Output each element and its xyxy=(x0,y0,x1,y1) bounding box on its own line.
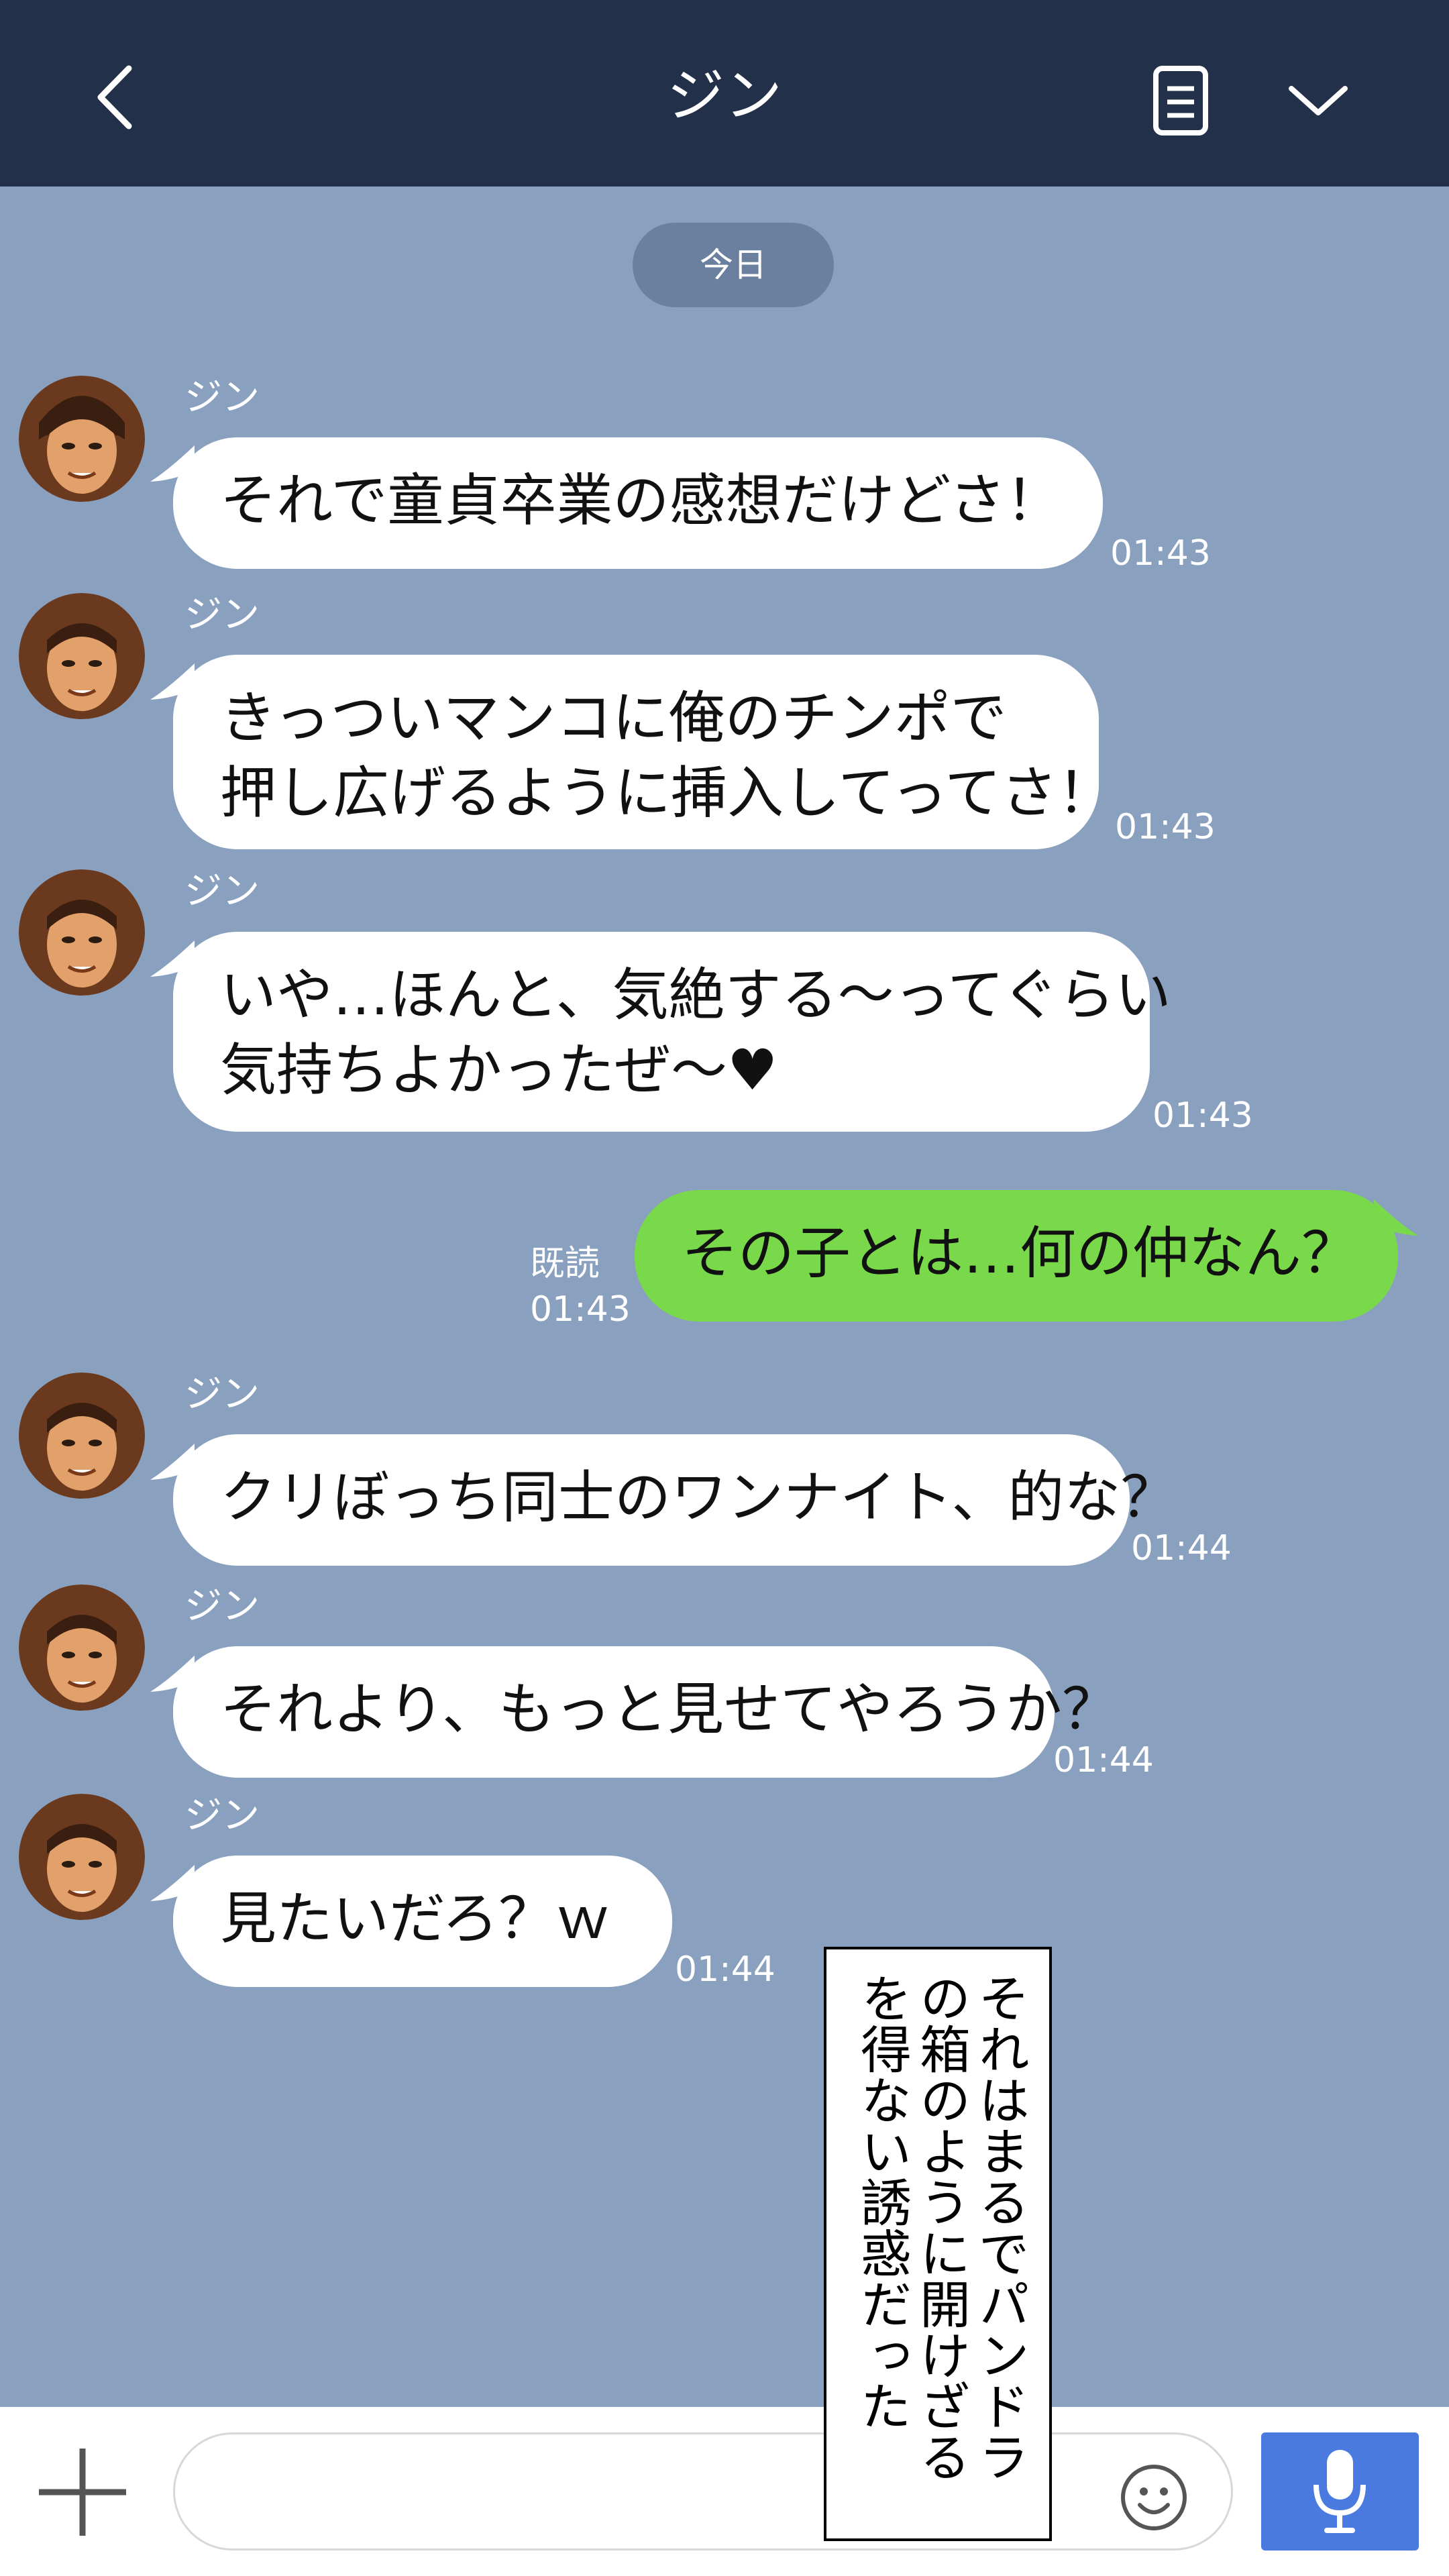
sender-name: ジン xyxy=(184,1585,260,1628)
narration-caption: それはまるでパンドラの箱のように開けざるを得ない誘惑だった xyxy=(824,1947,1052,2541)
input-bar xyxy=(0,2407,1449,2576)
message-time: 01:44 xyxy=(1053,1740,1154,1780)
avatar[interactable] xyxy=(19,593,145,719)
sender-name: ジン xyxy=(184,1373,260,1416)
sender-name: ジン xyxy=(184,376,260,419)
avatar-face-icon xyxy=(19,376,145,502)
plus-icon xyxy=(39,2449,126,2536)
message-time: 01:43 xyxy=(1152,1095,1253,1136)
note-icon xyxy=(1153,66,1208,136)
emoji-button[interactable] xyxy=(1117,2461,1191,2534)
chat-title: ジン xyxy=(667,62,782,129)
message-bubble[interactable]: それで童貞卒業の感想だけどさ！ xyxy=(173,437,1103,569)
message-bubble[interactable]: いや…ほんと、気絶する〜ってぐらい 気持ちよかったぜ〜♥ xyxy=(173,932,1171,1132)
avatar[interactable] xyxy=(19,1585,145,1711)
avatar-face-icon xyxy=(19,1373,145,1499)
avatar-face-icon xyxy=(19,869,145,996)
avatar[interactable] xyxy=(19,1794,145,1920)
avatar[interactable] xyxy=(19,869,145,996)
message-time: 01:44 xyxy=(1131,1528,1232,1568)
message-input[interactable] xyxy=(173,2432,1233,2551)
avatar[interactable] xyxy=(19,1373,145,1499)
message-bubble[interactable]: それより、もっと見せてやろうか？ xyxy=(173,1646,1118,1778)
avatar-face-icon xyxy=(19,1794,145,1920)
my-message-bubble[interactable]: その子とは…何の仲なん？ xyxy=(635,1190,1398,1322)
sender-name: ジン xyxy=(184,869,260,913)
avatar[interactable] xyxy=(19,376,145,502)
message-bubble[interactable]: クリぼっち同士のワンナイト、的な？ xyxy=(173,1434,1177,1566)
microphone-icon xyxy=(1313,2450,1366,2533)
bubble-tail xyxy=(1374,1199,1418,1236)
date-separator: 今日 xyxy=(633,223,834,307)
menu-dropdown-button[interactable] xyxy=(1281,67,1355,134)
message-time: 01:43 xyxy=(1110,533,1211,574)
message-time: 01:44 xyxy=(675,1949,775,1990)
voice-input-button[interactable] xyxy=(1261,2432,1419,2551)
chevron-down-icon xyxy=(1289,86,1348,115)
note-button[interactable] xyxy=(1144,60,1218,141)
avatar-face-icon xyxy=(19,593,145,719)
message-bubble[interactable]: きっついマンコに俺のチンポで 押し広げるように挿入してってさ！ xyxy=(173,655,1114,849)
add-button[interactable] xyxy=(32,2442,133,2542)
avatar-face-icon xyxy=(19,1585,145,1711)
message-bubble[interactable]: 見たいだろ？ｗ xyxy=(173,1856,672,1987)
read-receipt: 既読 xyxy=(530,1244,600,1284)
chat-header: ジン xyxy=(0,0,1449,186)
sender-name: ジン xyxy=(184,593,260,637)
message-time: 01:43 xyxy=(530,1289,631,1330)
smile-icon xyxy=(1121,2465,1187,2530)
sender-name: ジン xyxy=(184,1794,260,1837)
message-time: 01:43 xyxy=(1115,807,1216,847)
